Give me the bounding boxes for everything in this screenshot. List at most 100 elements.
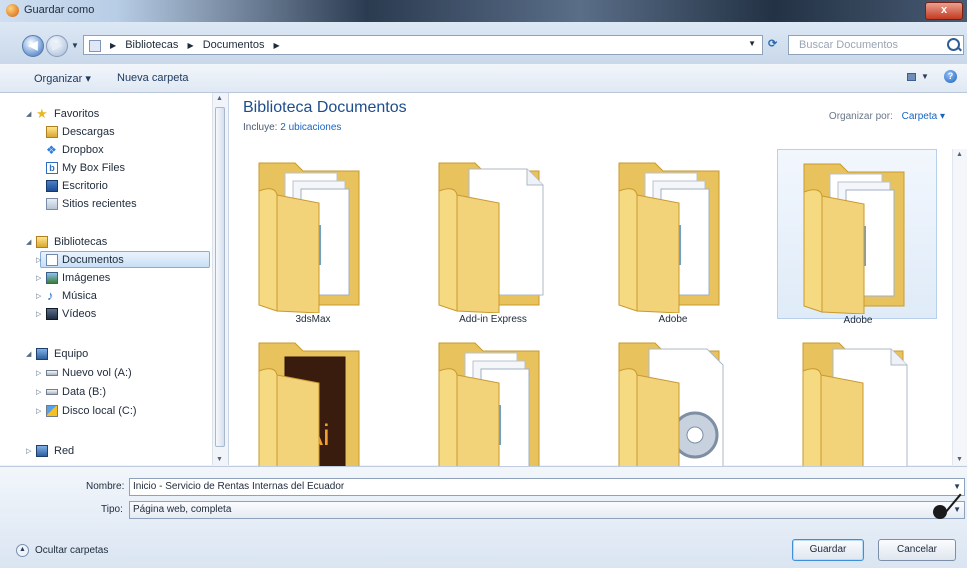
downloads-folder-icon (46, 126, 58, 138)
address-bar[interactable]: ▶ Bibliotecas ▶ Documentos ▶ ▼ (83, 35, 763, 55)
nav-item-label: Descargas (62, 126, 115, 138)
expand-arrow-icon[interactable]: ▷ (36, 288, 41, 306)
file-name-label: Nombre: (86, 481, 125, 492)
locations-link[interactable]: 2 ubicaciones (280, 122, 341, 133)
expand-arrow-icon[interactable]: ▷ (36, 306, 41, 324)
hide-folders-toggle[interactable]: ▲ Ocultar carpetas (16, 544, 108, 557)
expand-arrow-icon[interactable]: ▷ (36, 384, 41, 402)
chevron-right-icon[interactable]: ▶ (110, 41, 116, 50)
nav-item-label: Documentos (62, 254, 124, 266)
nav-favorites-label: Favoritos (54, 108, 100, 120)
search-input[interactable]: Buscar Documentos (788, 35, 964, 55)
nav-red-label: Red (54, 445, 75, 457)
computer-icon (36, 348, 48, 360)
folder-item[interactable]: Adobe (777, 149, 937, 326)
recent-pages-dropdown-icon[interactable]: ▼ (71, 41, 79, 50)
close-button[interactable]: x (925, 2, 963, 20)
app-icon (6, 4, 19, 17)
save-button[interactable]: Guardar (792, 539, 864, 561)
hide-folders-label: Ocultar carpetas (35, 545, 109, 557)
cancel-button[interactable]: Cancelar (878, 539, 956, 561)
nav-item-escritorio[interactable]: Escritorio (0, 177, 210, 195)
folder-item[interactable]: Adobe (593, 149, 753, 325)
nav-item-data[interactable]: ▷ Data (B:) (0, 383, 210, 401)
file-type-select[interactable]: Página web, completa ▼ (129, 501, 965, 519)
chevron-right-icon[interactable]: ▶ (187, 41, 193, 50)
nav-equipo[interactable]: ◢ Equipo (0, 345, 210, 363)
expand-arrow-icon[interactable]: ▷ (36, 403, 41, 421)
save-form: Nombre: Inicio - Servicio de Rentas Inte… (0, 466, 967, 568)
chevron-down-icon[interactable]: ▼ (953, 502, 961, 518)
folder-item[interactable]: 3dsMax (233, 149, 393, 325)
nav-item-videos[interactable]: ▷ Vídeos (0, 305, 210, 323)
organize-button[interactable]: Organizar ▾ (34, 72, 91, 85)
nav-scrollbar[interactable]: ▲ ▼ (212, 93, 228, 465)
view-icon (907, 73, 916, 81)
nav-bibliotecas[interactable]: ◢ Bibliotecas (0, 233, 210, 251)
save-as-dialog: Guardar como x ◀ ▶ ▼ ▶ Bibliotecas ▶ Doc… (0, 0, 967, 568)
nav-item-descargas[interactable]: Descargas (0, 123, 210, 141)
breadcrumb-item-documentos[interactable]: Documentos (203, 39, 265, 51)
nav-item-musica[interactable]: ▷ ♪ Música (0, 287, 210, 305)
help-icon[interactable]: ? (944, 70, 957, 83)
nav-item-label: Data (B:) (62, 386, 107, 398)
file-name-input[interactable]: Inicio - Servicio de Rentas Internas del… (129, 478, 965, 496)
expand-arrow-icon[interactable]: ▷ (36, 365, 41, 383)
address-dropdown-icon[interactable]: ▼ (748, 39, 756, 48)
nav-item-label: My Box Files (62, 162, 125, 174)
back-button[interactable]: ◀ (22, 35, 44, 57)
folder-label: Add-in Express (459, 314, 527, 325)
nav-item-my-box-files[interactable]: b My Box Files (0, 159, 210, 177)
nav-favorites[interactable]: ◢ ★ Favoritos (0, 105, 210, 123)
folder-label: Adobe (843, 315, 873, 326)
expand-arrow-icon[interactable]: ▷ (36, 270, 41, 288)
search-icon[interactable] (947, 38, 960, 51)
desktop-icon (46, 180, 58, 192)
scroll-down-icon[interactable]: ▼ (216, 456, 223, 463)
nav-item-dropbox[interactable]: ❖ Dropbox (0, 141, 210, 159)
nav-item-sitios-recientes[interactable]: Sitios recientes (0, 195, 210, 213)
library-title: Biblioteca Documentos (243, 99, 407, 116)
documents-icon (46, 254, 58, 266)
chevron-down-icon: ▼ (921, 72, 929, 81)
scroll-thumb[interactable] (215, 107, 225, 447)
forward-button[interactable]: ▶ (46, 35, 68, 57)
expand-arrow-icon[interactable]: ▷ (36, 252, 41, 270)
nav-item-imagenes[interactable]: ▷ Imágenes (0, 269, 210, 287)
nav-item-label: Escritorio (62, 180, 108, 192)
scroll-down-icon[interactable]: ▼ (956, 456, 963, 463)
network-icon (36, 445, 48, 457)
collapse-arrow-icon[interactable]: ◢ (26, 106, 31, 124)
nav-item-label: Vídeos (62, 308, 97, 320)
folder-icon (618, 162, 720, 313)
change-view-button[interactable]: ▼ (907, 71, 933, 83)
folder-icon (258, 162, 360, 313)
dropbox-icon: ❖ (46, 143, 57, 157)
scroll-up-icon[interactable]: ▲ (956, 151, 963, 158)
nav-red[interactable]: ▷ Red (0, 442, 210, 460)
breadcrumb: ▶ Bibliotecas ▶ Documentos ▶ (104, 39, 286, 51)
expand-arrow-icon[interactable]: ▷ (26, 443, 31, 461)
collapse-arrow-icon[interactable]: ◢ (26, 346, 31, 364)
navigation-pane: ◢ ★ Favoritos Descargas ❖ Dropbox b My B… (0, 93, 229, 465)
command-bar: Organizar ▾ Nueva carpeta ▼ ? (0, 64, 967, 93)
nav-item-documentos[interactable]: ▷ Documentos (0, 251, 210, 269)
address-row: ◀ ▶ ▼ ▶ Bibliotecas ▶ Documentos ▶ ▼ ⟳ B… (0, 22, 967, 64)
collapse-arrow-icon[interactable]: ◢ (26, 234, 31, 252)
new-folder-button[interactable]: Nueva carpeta (117, 72, 189, 84)
breadcrumb-item-bibliotecas[interactable]: Bibliotecas (125, 39, 178, 51)
nav-item-disco-local[interactable]: ▷ Disco local (C:) (0, 402, 210, 420)
folder-item[interactable]: Add-in Express (413, 149, 573, 325)
annotation-pointer-dot (933, 505, 947, 519)
includes-label: Incluye: (243, 122, 278, 133)
chevron-right-icon[interactable]: ▶ (274, 41, 280, 50)
nav-item-nuevo-vol[interactable]: ▷ Nuevo vol (A:) (0, 364, 210, 382)
file-type-label: Tipo: (101, 504, 123, 515)
refresh-icon[interactable]: ⟳ (768, 37, 782, 51)
content-scrollbar[interactable]: ▲ ▼ (952, 149, 967, 465)
scroll-up-icon[interactable]: ▲ (216, 95, 223, 102)
box-icon: b (46, 162, 58, 174)
drive-icon (46, 389, 58, 395)
arrange-dropdown[interactable]: Carpeta ▾ (902, 111, 945, 122)
file-list-pane: Biblioteca Documentos Incluye: 2 ubicaci… (229, 93, 967, 493)
